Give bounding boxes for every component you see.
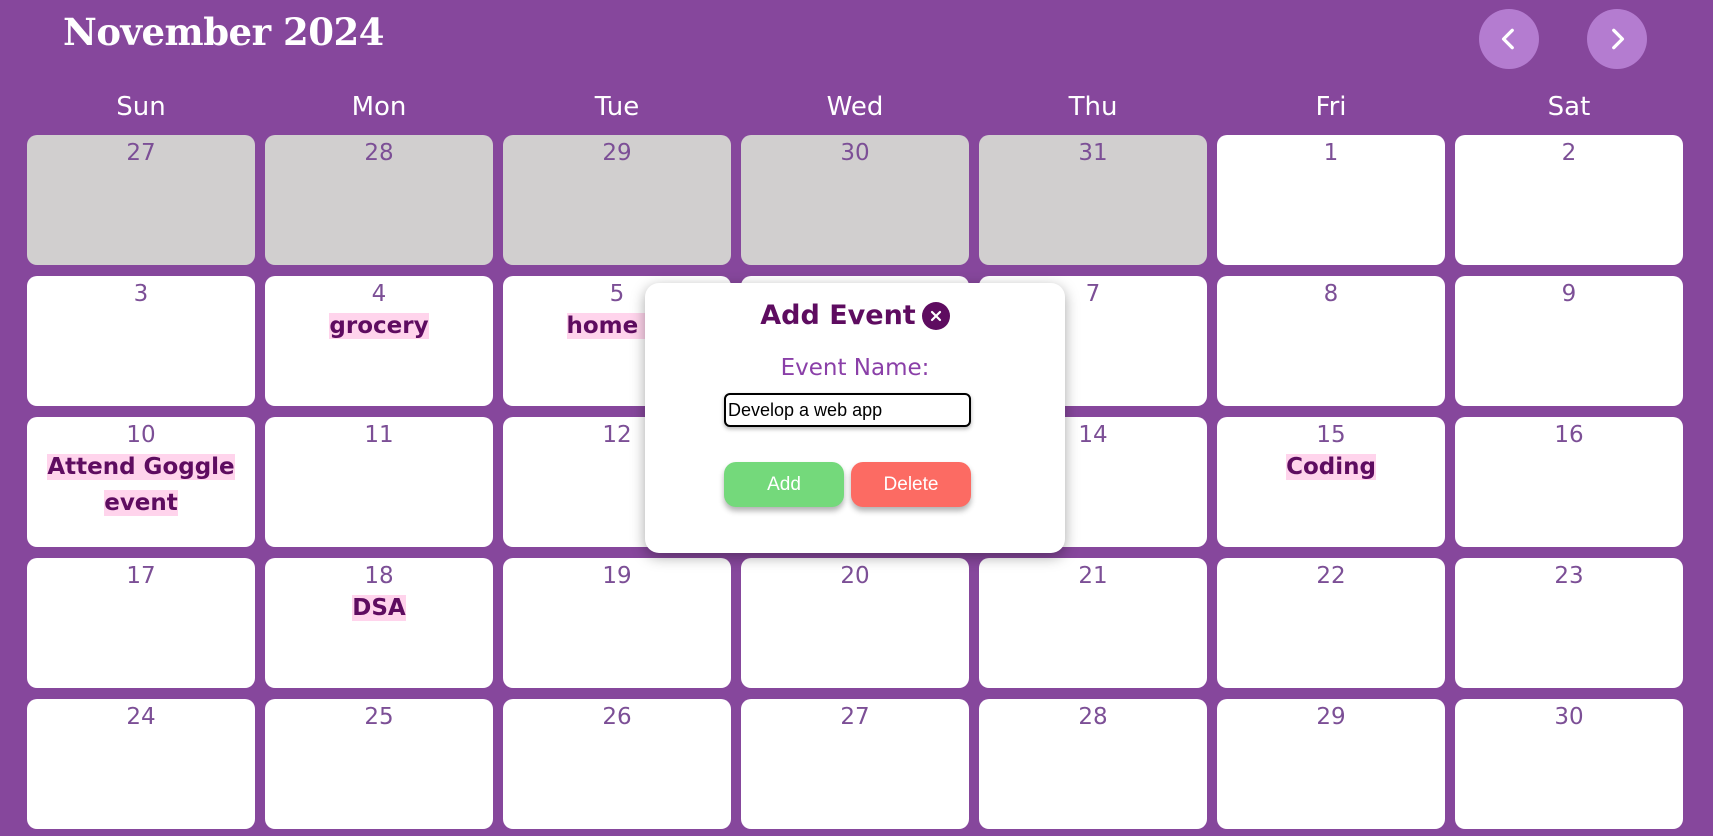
day-number: 27 bbox=[126, 140, 156, 166]
day-number: 20 bbox=[840, 563, 870, 589]
day-number: 28 bbox=[1078, 704, 1108, 730]
add-event-button[interactable]: Add bbox=[724, 462, 844, 507]
day-number: 11 bbox=[364, 422, 394, 448]
day-cell[interactable]: 28 bbox=[979, 699, 1207, 829]
day-number: 21 bbox=[1078, 563, 1108, 589]
modal-header: Add Event bbox=[645, 300, 1065, 331]
day-cell[interactable]: 10 Attend Goggle event bbox=[27, 417, 255, 547]
day-cell-other-month[interactable]: 31 bbox=[979, 135, 1207, 265]
day-cell[interactable]: 4 grocery bbox=[265, 276, 493, 406]
add-event-modal: Add Event Event Name: Add Delete bbox=[645, 283, 1065, 553]
modal-title: Add Event bbox=[760, 300, 916, 331]
day-cell[interactable]: 8 bbox=[1217, 276, 1445, 406]
day-cell-other-month[interactable]: 27 bbox=[27, 135, 255, 265]
day-number: 10 bbox=[126, 422, 156, 448]
close-modal-button[interactable] bbox=[921, 301, 950, 330]
day-cell[interactable]: 27 bbox=[741, 699, 969, 829]
close-icon bbox=[930, 310, 941, 321]
event-item[interactable]: Attend Goggle event bbox=[27, 450, 255, 522]
day-cell[interactable]: 20 bbox=[741, 558, 969, 688]
day-number: 4 bbox=[371, 281, 387, 307]
day-cell[interactable]: 16 bbox=[1455, 417, 1683, 547]
day-number: 24 bbox=[126, 704, 156, 730]
day-cell[interactable]: 18 DSA bbox=[265, 558, 493, 688]
day-cell[interactable]: 17 bbox=[27, 558, 255, 688]
day-cell[interactable]: 30 bbox=[1455, 699, 1683, 829]
day-number: 3 bbox=[133, 281, 149, 307]
day-number: 17 bbox=[126, 563, 156, 589]
day-number: 28 bbox=[364, 140, 394, 166]
day-cell[interactable]: 24 bbox=[27, 699, 255, 829]
day-cell[interactable]: 26 bbox=[503, 699, 731, 829]
day-number: 31 bbox=[1078, 140, 1108, 166]
day-number: 2 bbox=[1561, 140, 1577, 166]
day-cell[interactable]: 1 bbox=[1217, 135, 1445, 265]
day-cell[interactable]: 25 bbox=[265, 699, 493, 829]
event-item[interactable]: DSA bbox=[265, 591, 493, 627]
day-cell[interactable]: 3 bbox=[27, 276, 255, 406]
day-cell[interactable]: 19 bbox=[503, 558, 731, 688]
day-cell[interactable]: 9 bbox=[1455, 276, 1683, 406]
day-number: 25 bbox=[364, 704, 394, 730]
event-item[interactable]: Coding bbox=[1217, 450, 1445, 486]
event-label: Coding bbox=[1286, 454, 1376, 480]
day-number: 30 bbox=[1554, 704, 1584, 730]
day-number: 18 bbox=[364, 563, 394, 589]
day-number: 30 bbox=[840, 140, 870, 166]
day-cell-other-month[interactable]: 29 bbox=[503, 135, 731, 265]
event-name-label: Event Name: bbox=[780, 355, 930, 381]
day-cell-other-month[interactable]: 30 bbox=[741, 135, 969, 265]
day-number: 22 bbox=[1316, 563, 1346, 589]
day-number: 19 bbox=[602, 563, 632, 589]
event-name-input[interactable] bbox=[724, 393, 971, 427]
day-number: 15 bbox=[1316, 422, 1346, 448]
event-label: Attend Goggle event bbox=[47, 454, 235, 516]
day-cell[interactable]: 11 bbox=[265, 417, 493, 547]
day-number: 27 bbox=[840, 704, 870, 730]
day-number: 9 bbox=[1561, 281, 1577, 307]
day-cell[interactable]: 23 bbox=[1455, 558, 1683, 688]
day-number: 29 bbox=[1316, 704, 1346, 730]
delete-event-button[interactable]: Delete bbox=[851, 462, 971, 507]
day-cell[interactable]: 21 bbox=[979, 558, 1207, 688]
day-cell[interactable]: 2 bbox=[1455, 135, 1683, 265]
event-item[interactable]: grocery bbox=[265, 309, 493, 345]
day-cell[interactable]: 29 bbox=[1217, 699, 1445, 829]
day-number: 1 bbox=[1323, 140, 1339, 166]
day-number: 23 bbox=[1554, 563, 1584, 589]
day-number: 26 bbox=[602, 704, 632, 730]
day-cell[interactable]: 22 bbox=[1217, 558, 1445, 688]
day-cell-other-month[interactable]: 28 bbox=[265, 135, 493, 265]
event-label: DSA bbox=[352, 595, 406, 621]
event-label: grocery bbox=[329, 313, 429, 339]
day-number: 29 bbox=[602, 140, 632, 166]
day-number: 8 bbox=[1323, 281, 1339, 307]
day-number: 16 bbox=[1554, 422, 1584, 448]
day-cell[interactable]: 15 Coding bbox=[1217, 417, 1445, 547]
